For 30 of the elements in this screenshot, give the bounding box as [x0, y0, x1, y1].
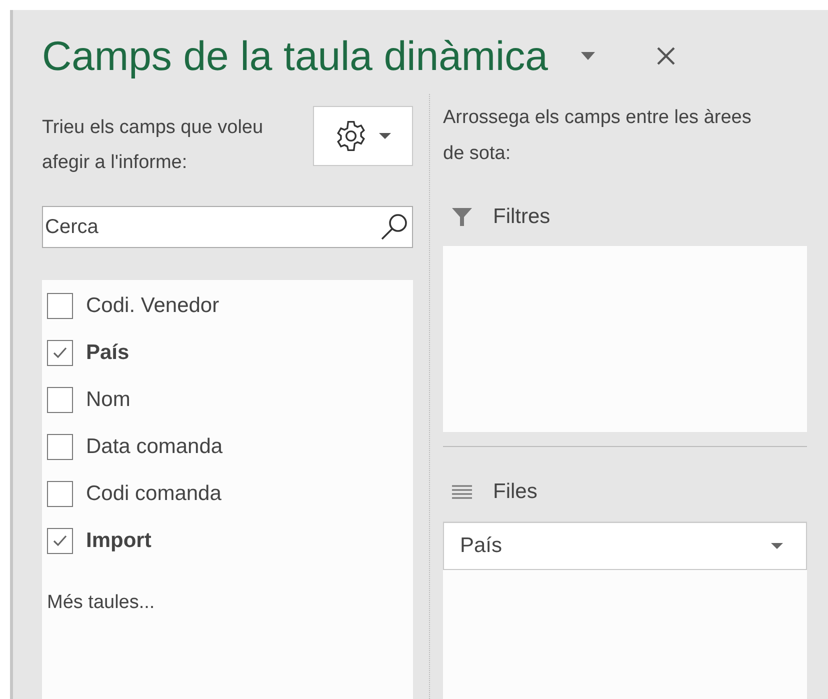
checkbox[interactable] — [47, 340, 73, 366]
drop-area[interactable]: País — [443, 521, 807, 699]
search-field[interactable]: Cerca — [42, 206, 413, 248]
field-label[interactable]: Codi comanda — [86, 482, 222, 506]
more-tables-link[interactable]: Més taules... — [47, 592, 413, 614]
filter-icon — [451, 206, 473, 228]
checkbox[interactable] — [47, 434, 73, 460]
field-label[interactable]: Codi. Venedor — [86, 294, 220, 318]
field-label[interactable]: Data comanda — [86, 434, 223, 458]
checkbox[interactable] — [47, 528, 73, 554]
rows-icon — [451, 484, 473, 500]
search-icon — [379, 212, 409, 242]
field-label[interactable]: Import — [86, 528, 152, 552]
instruction-text: Arrossega els camps entre les àrees de sota: — [443, 106, 752, 166]
area-field-item[interactable]: País — [443, 522, 807, 570]
area-label: Filtres — [493, 205, 550, 229]
caret-icon — [770, 542, 784, 550]
caret-icon — [580, 51, 596, 61]
caret-icon — [378, 132, 392, 140]
close-icon — [656, 46, 676, 66]
checkbox[interactable] — [47, 292, 73, 318]
gear-icon — [334, 119, 368, 153]
area-label: Files — [493, 480, 538, 504]
field-label[interactable]: País — [86, 340, 130, 364]
checkbox[interactable] — [47, 480, 73, 506]
instruction-text: Trieu els camps que voleu afegir a l'informe: — [42, 116, 264, 175]
tools-button[interactable] — [313, 106, 413, 166]
checkbox[interactable] — [47, 386, 73, 412]
field-label[interactable]: Nom — [86, 388, 130, 412]
pane-title: Camps de la taula dinàmica — [42, 32, 548, 80]
